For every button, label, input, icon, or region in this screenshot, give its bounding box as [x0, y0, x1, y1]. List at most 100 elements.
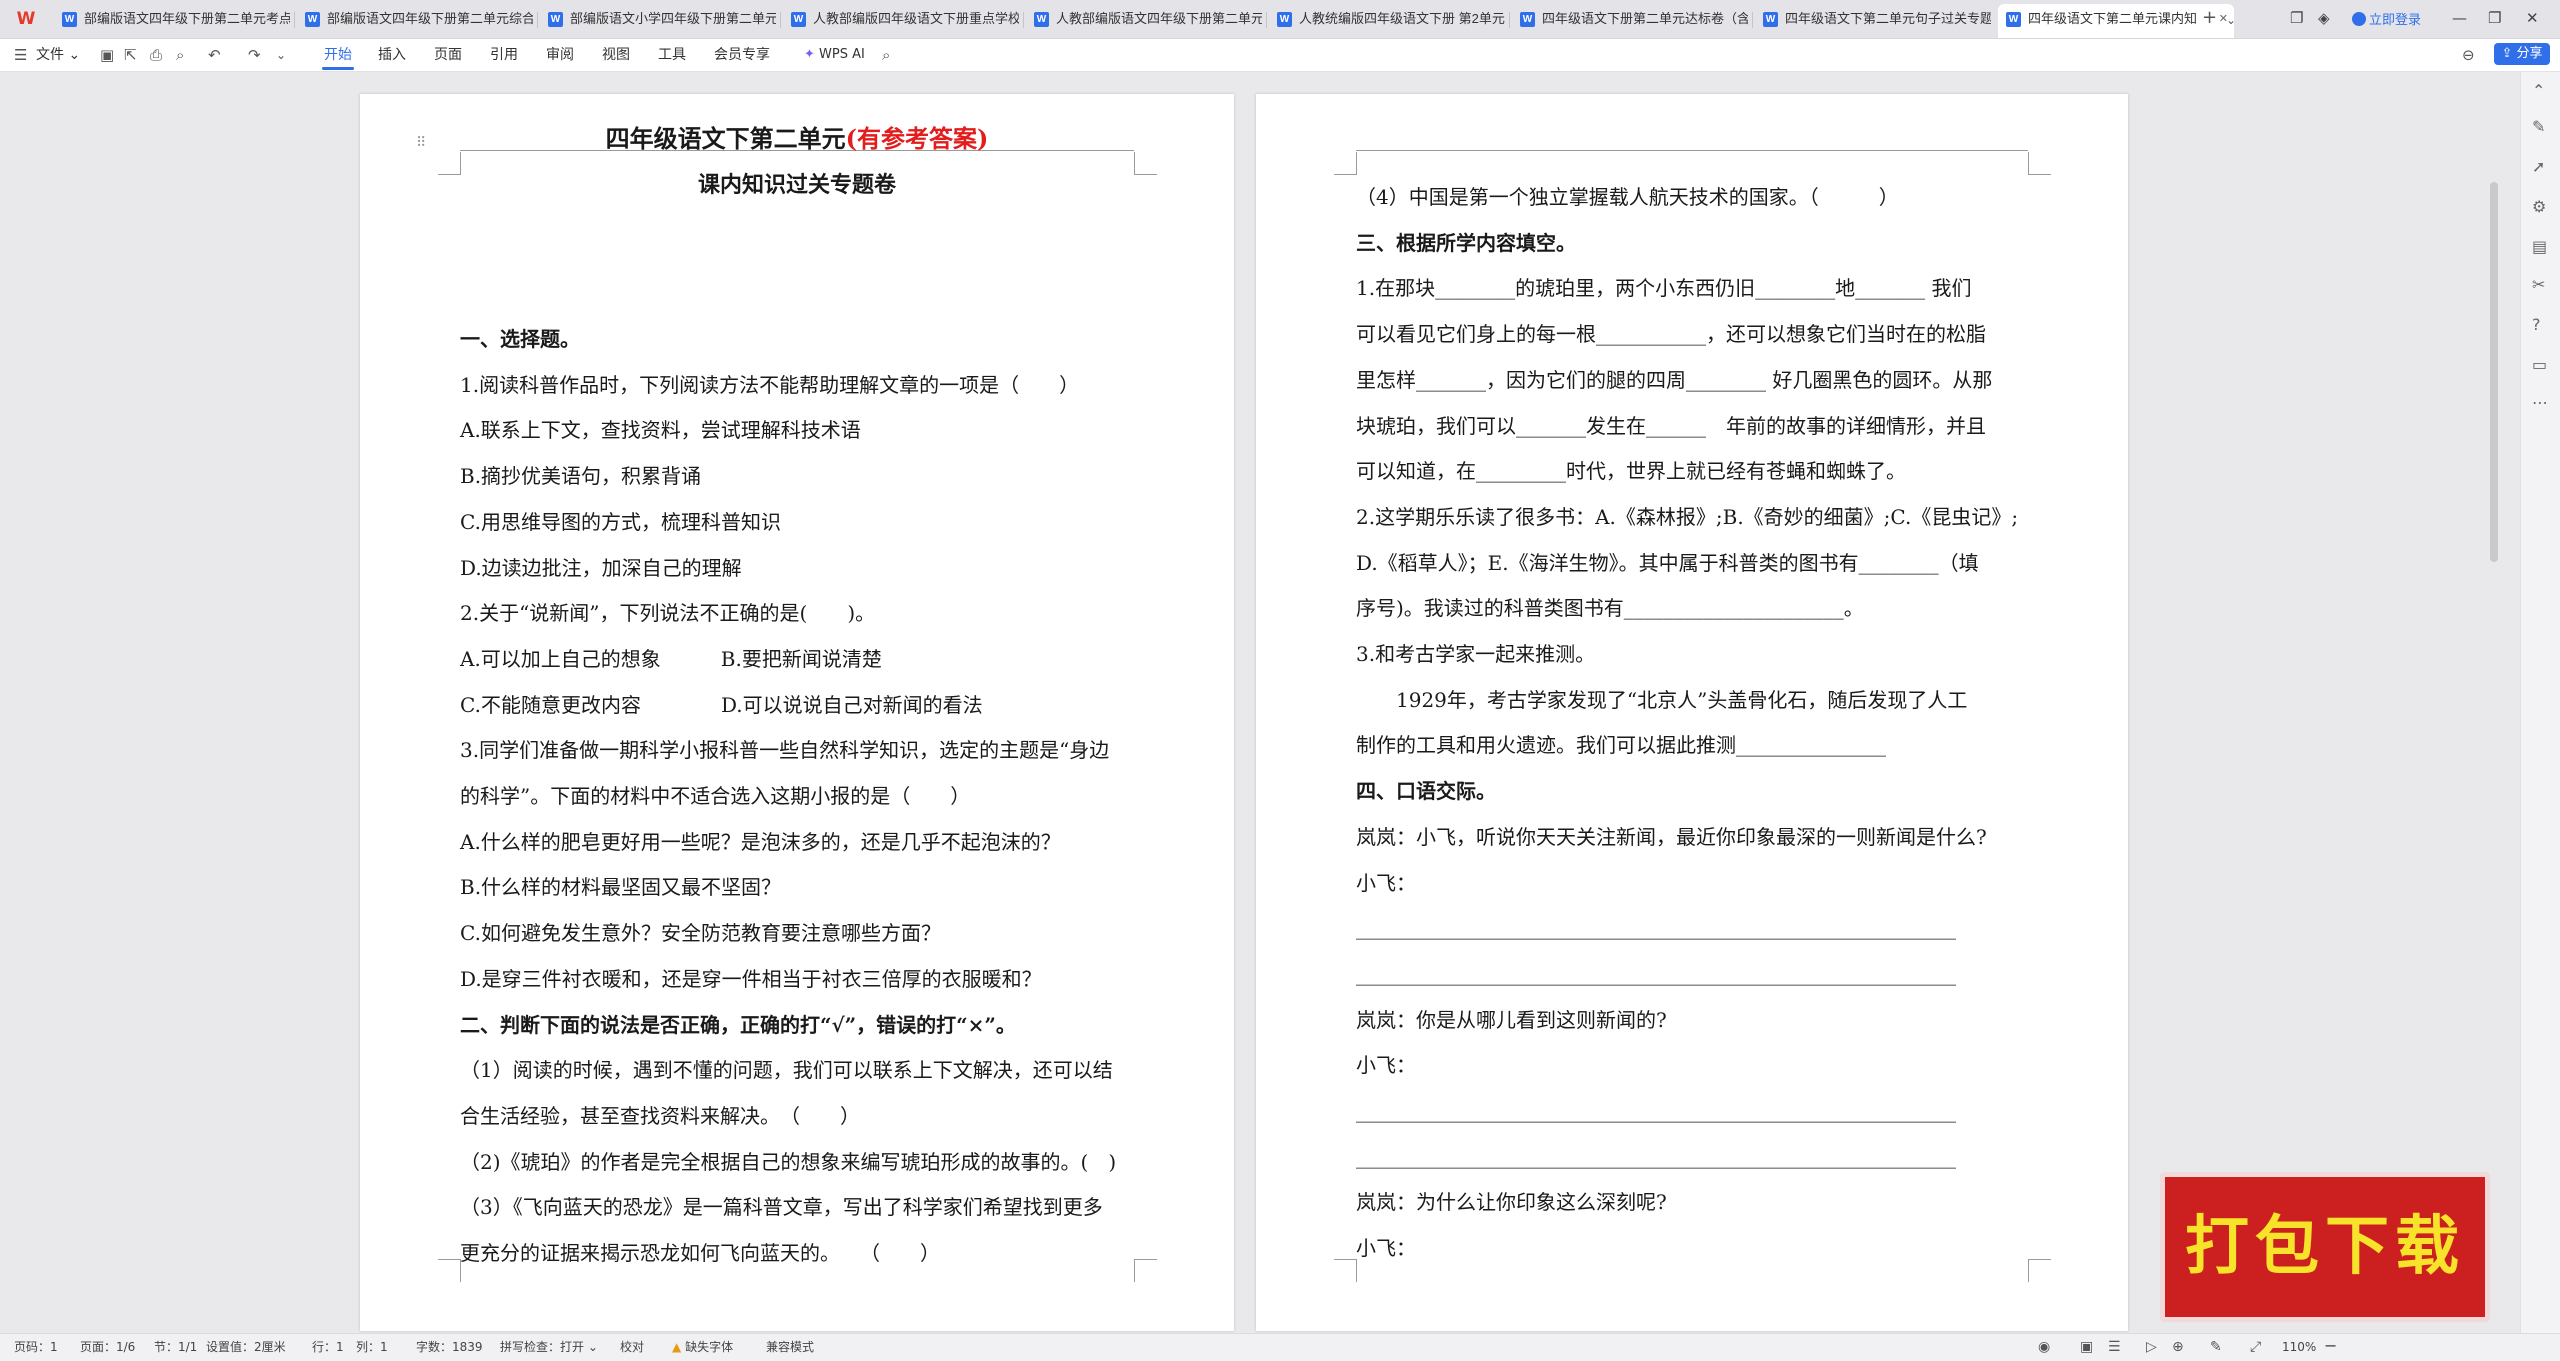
word-doc-icon: W: [791, 12, 806, 27]
menu-tab[interactable]: 会员专享: [714, 46, 770, 64]
zoom-level[interactable]: 110%: [2282, 1340, 2316, 1355]
tab-label: 四年级语文下册第二单元达标卷（含: [1542, 11, 1748, 26]
tab-label: 部编版语文四年级下册第二单元考点: [84, 11, 290, 26]
tab-label: 人教部编版语文四年级下册第二单元: [1056, 11, 1262, 26]
section-heading: 二、判断下面的说法是否正确，正确的打“√”，错误的打“×”。: [460, 1012, 1016, 1037]
missing-font-label: 缺失字体: [685, 1340, 734, 1354]
outline-view-icon[interactable]: ☰: [2108, 1339, 2121, 1355]
status-section[interactable]: 节：1/1: [154, 1340, 197, 1355]
wps-logo-icon[interactable]: W: [14, 9, 38, 29]
share-button[interactable]: ⇪ 分享: [2494, 43, 2550, 65]
status-row[interactable]: 行：1: [312, 1340, 344, 1355]
tab-document[interactable]: W 部编版语文四年级下册第二单元综合: [297, 4, 533, 34]
search-icon[interactable]: ⌕: [882, 46, 890, 64]
text-line: 里怎样_______，因为它们的腿的四周________ 好几圈黑色的圆环。从那: [1356, 367, 1993, 392]
status-page-number[interactable]: 页码：1: [14, 1340, 58, 1355]
tab-label: 人教部编版四年级语文下册重点学校: [813, 11, 1019, 26]
page-view-icon[interactable]: ▣: [2080, 1339, 2093, 1355]
wps-ai-button[interactable]: ✦ WPS AI: [804, 46, 865, 64]
warning-icon: ▲: [672, 1340, 682, 1354]
pen-icon[interactable]: ✎: [2210, 1339, 2222, 1355]
menu-tab[interactable]: 开始: [324, 46, 352, 64]
status-word-count[interactable]: 字数：1839: [416, 1340, 483, 1355]
restore-icon[interactable]: ❐: [2488, 8, 2501, 28]
tab-document[interactable]: W 人教统编版四年级语文下册 第2单元: [1269, 4, 1505, 34]
status-col[interactable]: 列：1: [356, 1340, 388, 1355]
status-missing-font[interactable]: ▲ 缺失字体: [672, 1340, 733, 1355]
tools-icon[interactable]: ✂: [2532, 276, 2545, 294]
crop-mark: [1334, 152, 1357, 175]
word-doc-icon: W: [62, 12, 77, 27]
download-badge[interactable]: 打包下载: [2160, 1172, 2490, 1322]
word-doc-icon: W: [548, 12, 563, 27]
fit-icon[interactable]: ⤢: [2250, 1339, 2261, 1355]
tab-list-chevron-icon[interactable]: ⌄: [2226, 10, 2236, 30]
menu-tab[interactable]: 引用: [490, 46, 518, 64]
window-layout-icon[interactable]: ❐: [2290, 8, 2303, 28]
file-menu[interactable]: 文件 ⌄: [36, 46, 80, 64]
save-icon[interactable]: ▣: [100, 46, 114, 64]
menu-icon[interactable]: ☰: [14, 46, 27, 64]
export-icon[interactable]: ⇱: [124, 46, 137, 64]
tab-document[interactable]: W 四年级语文下第二单元课内知 ✕: [1998, 4, 2234, 38]
tab-label: 四年级语文下第二单元句子过关专题: [1785, 11, 1991, 26]
word-doc-icon: W: [305, 12, 320, 27]
help-icon[interactable]: ?: [2532, 316, 2541, 334]
skin-icon[interactable]: ◈: [2318, 8, 2330, 28]
expand-icon[interactable]: ⌃: [2532, 82, 2545, 100]
status-setting-value[interactable]: 设置值：2厘米: [206, 1340, 286, 1355]
text-line: D.《稻草人》；E.《海洋生物》。其中属于科普类的图书有________（填: [1356, 550, 1979, 575]
text-line: 可以知道，在_________时代，世界上就已经有苍蝇和蜘蛛了。: [1356, 459, 1906, 484]
adjust-icon[interactable]: ⚙: [2532, 198, 2546, 216]
login-label: 立即登录: [2369, 13, 2422, 28]
document-workspace[interactable]: ⠿ 四年级语文下第二单元(有参考答案) 课内知识过关专题卷 一、选择题。 1.阅读…: [0, 72, 2520, 1333]
status-compat-mode[interactable]: 兼容模式: [766, 1340, 814, 1355]
play-icon[interactable]: ▷: [2146, 1339, 2157, 1355]
document-page-1[interactable]: ⠿ 四年级语文下第二单元(有参考答案) 课内知识过关专题卷 一、选择题。 1.阅读…: [360, 94, 1234, 1331]
close-icon[interactable]: ✕: [2526, 8, 2539, 28]
redo-icon[interactable]: ↷: [248, 46, 261, 64]
tab-document[interactable]: W 人教部编版语文四年级下册第二单元: [1026, 4, 1262, 34]
status-bar: 页码：1 页面：1/6 节：1/1 设置值：2厘米 行：1 列：1 字数：183…: [0, 1333, 2560, 1361]
text-line: 岚岚：你是从哪儿看到这则新闻的?: [1356, 1007, 1667, 1032]
zoom-out-icon[interactable]: −: [2324, 1338, 2337, 1354]
section-heading: 一、选择题。: [460, 327, 580, 351]
login-button[interactable]: 立即登录: [2352, 9, 2421, 28]
quick-access-chevron-icon[interactable]: ⌄: [276, 46, 286, 64]
select-icon[interactable]: ➚: [2532, 158, 2545, 176]
print-preview-icon[interactable]: ⌕: [176, 46, 184, 64]
tab-document[interactable]: W 四年级语文下册第二单元达标卷（含: [1512, 4, 1748, 34]
image-icon[interactable]: ▤: [2532, 238, 2547, 256]
wps-ai-icon: ✦: [804, 47, 815, 62]
tab-document[interactable]: W 人教部编版四年级语文下册重点学校: [783, 4, 1019, 34]
add-tab-icon[interactable]: +: [2202, 8, 2217, 28]
vertical-scrollbar[interactable]: [2490, 182, 2498, 562]
header-line: [1356, 150, 2028, 151]
document-icon[interactable]: ▭: [2532, 356, 2547, 374]
menu-tab[interactable]: 工具: [658, 46, 686, 64]
text-line: B.摘抄优美语句，积累背诵: [460, 464, 702, 489]
eye-protect-icon[interactable]: ◉: [2038, 1339, 2050, 1355]
tab-document[interactable]: W 四年级语文下第二单元句子过关专题: [1755, 4, 1991, 34]
web-view-icon[interactable]: ⊕: [2172, 1339, 2184, 1355]
menu-tab[interactable]: 页面: [434, 46, 462, 64]
edit-icon[interactable]: ✎: [2532, 118, 2545, 136]
text-line: 小飞：: [1356, 1053, 1416, 1078]
menu-tab[interactable]: 视图: [602, 46, 630, 64]
text-line: 1.阅读科普作品时，下列阅读方法不能帮助理解文章的一项是（ ）: [460, 372, 1080, 397]
tab-separator: [1023, 12, 1024, 28]
menu-tab[interactable]: 审阅: [546, 46, 574, 64]
status-pages[interactable]: 页面：1/6: [80, 1340, 135, 1355]
print-icon[interactable]: ⎙: [150, 46, 162, 64]
status-proofread[interactable]: 校对: [620, 1340, 644, 1355]
collaborate-icon[interactable]: ⊖: [2462, 46, 2475, 64]
menu-tab[interactable]: 插入: [378, 46, 406, 64]
tab-document[interactable]: W 部编版语文小学四年级下册第二单元: [540, 4, 776, 34]
document-page-2[interactable]: （4）中国是第一个独立掌握载人航天技术的国家。（ ） 三、根据所学内容填空。 1.在…: [1256, 94, 2128, 1331]
minimize-icon[interactable]: —: [2452, 8, 2467, 28]
status-spell-check[interactable]: 拼写检查：打开 ⌄: [500, 1340, 598, 1355]
undo-icon[interactable]: ↶: [208, 46, 221, 64]
crop-mark: [438, 1259, 461, 1282]
tab-document[interactable]: W 部编版语文四年级下册第二单元考点: [54, 4, 290, 34]
more-icon[interactable]: ⋯: [2532, 394, 2548, 412]
